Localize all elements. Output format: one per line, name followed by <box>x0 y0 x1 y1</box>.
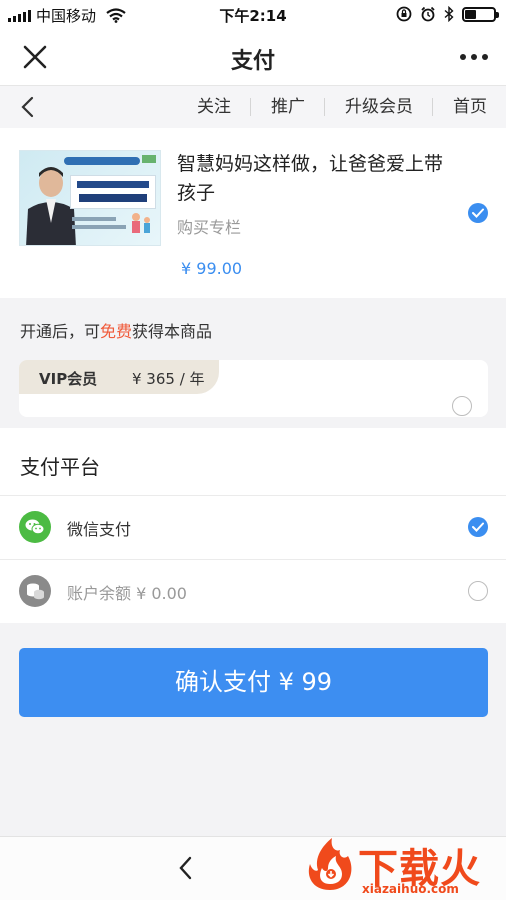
confirm-payment-button[interactable]: 确认支付 ¥ 99 <box>19 648 488 717</box>
sub-nav-bar: 关注 推广 升级会员 首页 <box>0 86 506 128</box>
status-right <box>396 6 499 22</box>
vip-note-after: 获得本商品 <box>132 322 213 341</box>
vip-note-free: 免费 <box>100 322 133 341</box>
alarm-icon <box>421 6 435 22</box>
balance-label: 账户余额 ¥ 0.00 <box>67 584 187 603</box>
watermark-site: xiazaihuo.com <box>362 882 459 896</box>
wechat-pay-label: 微信支付 <box>67 520 132 539</box>
link-upgrade-member[interactable]: 升级会员 <box>325 98 433 116</box>
back-arrow-icon[interactable] <box>18 95 38 119</box>
product-price: ¥ 99.00 <box>181 259 243 278</box>
product-title: 智慧妈妈这样做，让爸爸爱上带孩子 <box>177 153 444 204</box>
more-options-icon[interactable] <box>460 54 488 60</box>
payment-option-wechat[interactable]: 微信支付 <box>0 495 506 559</box>
watermark: 下载火 xiazaihuo.com <box>298 832 506 900</box>
flame-logo-icon <box>308 838 352 890</box>
product-selected-check-icon[interactable] <box>468 203 488 223</box>
sub-nav-links: 关注 推广 升级会员 首页 <box>177 86 506 128</box>
payment-title: 支付平台 <box>20 455 100 479</box>
link-follow[interactable]: 关注 <box>177 98 251 116</box>
payment-option-balance[interactable]: 账户余额 ¥ 0.00 <box>0 559 506 623</box>
page-title: 支付 <box>230 49 275 74</box>
family-illustration <box>132 213 150 233</box>
vip-note-before: 开通后，可 <box>20 322 101 341</box>
vip-name: VIP会员 <box>39 370 98 388</box>
wechat-pay-icon <box>19 511 51 543</box>
link-promote[interactable]: 推广 <box>251 98 325 116</box>
balance-radio[interactable] <box>468 581 488 601</box>
wechat-selected-check-icon[interactable] <box>468 517 488 537</box>
bluetooth-icon <box>444 6 454 22</box>
product-thumbnail <box>19 150 161 246</box>
vip-radio[interactable] <box>452 396 472 416</box>
product-subtitle: 购买专栏 <box>177 218 242 237</box>
link-home[interactable]: 首页 <box>433 98 506 116</box>
coins-icon <box>19 575 51 607</box>
vip-note: 开通后，可免费获得本商品 <box>20 318 212 342</box>
product-card[interactable]: 智慧妈妈这样做，让爸爸爱上带孩子 购买专栏 ¥ 99.00 <box>0 128 506 298</box>
vip-price: ¥ 365 / 年 <box>132 370 205 388</box>
vip-option-card[interactable]: VIP会员 ¥ 365 / 年 <box>19 360 488 417</box>
battery-icon <box>462 6 499 22</box>
status-bar: 中国移动 下午2:14 <box>0 0 506 30</box>
top-nav-bar: 支付 <box>0 30 506 86</box>
payment-platform-section: 支付平台 微信支付 账户余额 ¥ 0.00 <box>0 428 506 623</box>
browser-back-icon[interactable] <box>176 854 196 882</box>
rotation-lock-icon <box>396 6 412 22</box>
